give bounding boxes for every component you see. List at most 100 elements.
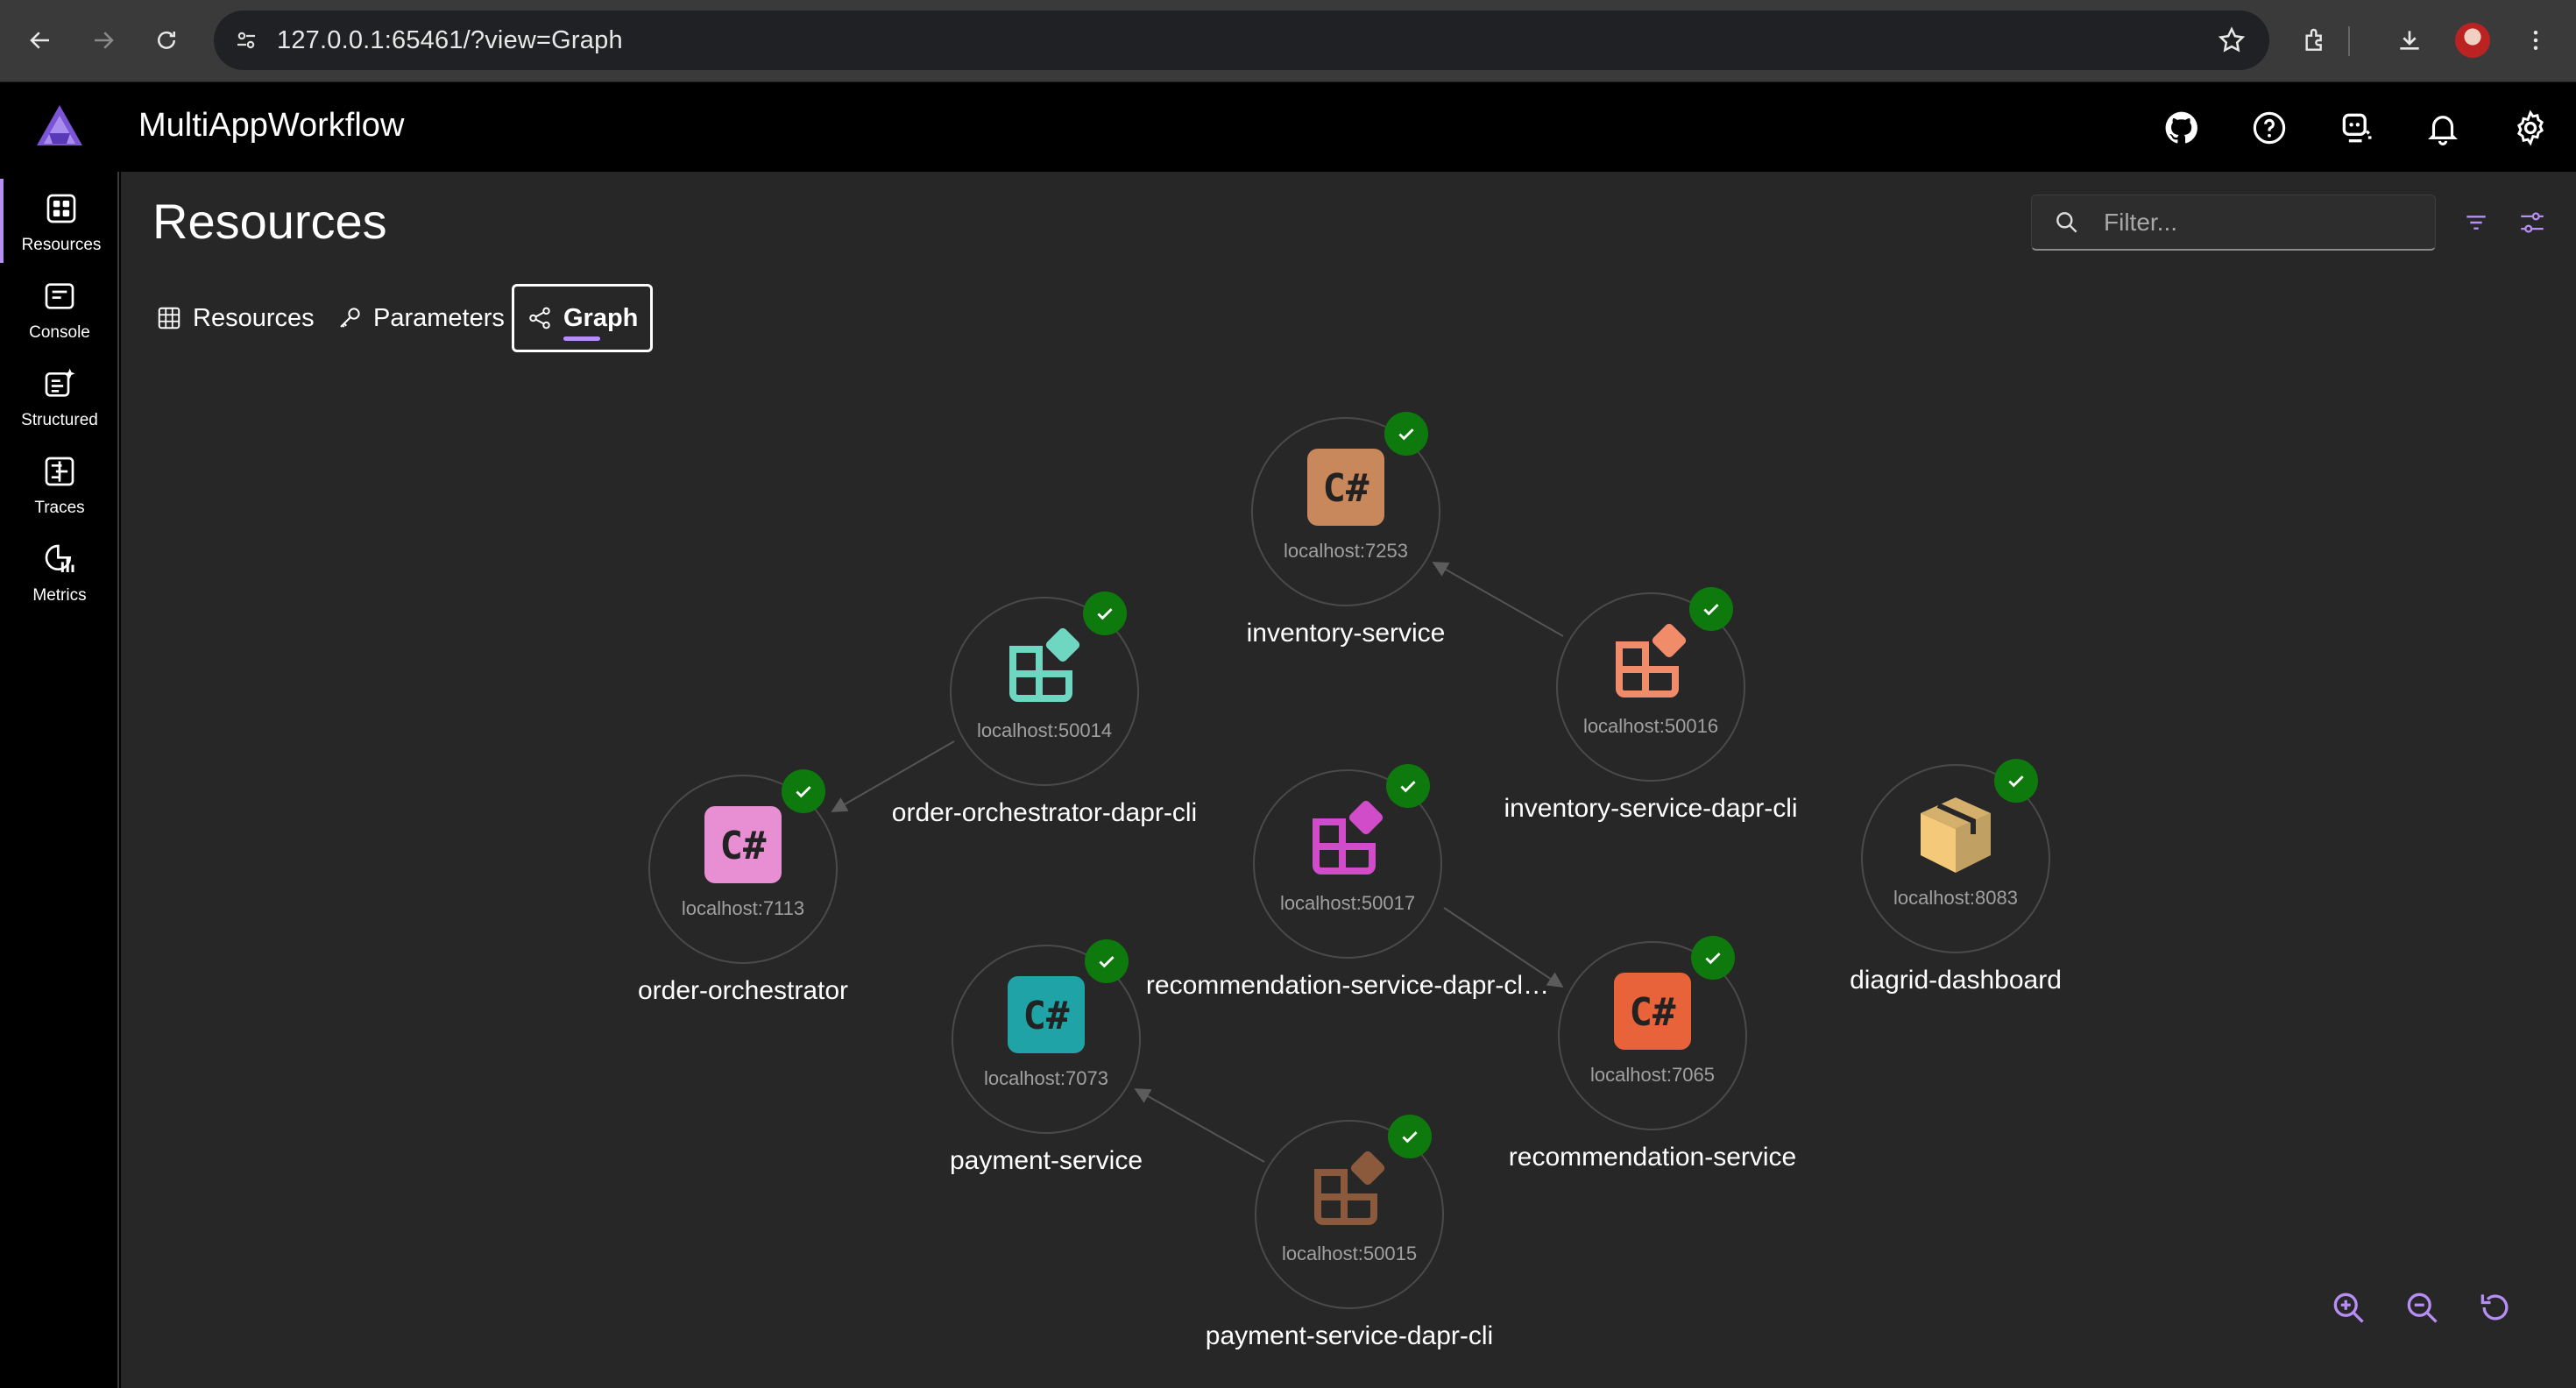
aspire-logo-icon[interactable] [35, 103, 84, 149]
options-sliders-icon[interactable] [2513, 203, 2551, 242]
nav-label: Resources [21, 236, 102, 254]
traces-icon [42, 454, 77, 493]
svg-text:C#: C# [1023, 994, 1070, 1038]
resources-grid-icon [44, 191, 79, 230]
graph-node[interactable]: C# localhost:7065 recommendation-service [1509, 936, 1796, 1172]
node-name[interactable]: inventory-service-dapr-cli [1381, 794, 1921, 824]
graph-node[interactable]: localhost:50014 order-orchestrator-dapr-c… [892, 591, 1197, 827]
executable-app-icon [1001, 623, 1088, 711]
running-check-icon [1386, 764, 1430, 808]
table-grid-icon [156, 305, 182, 331]
address-bar[interactable]: 127.0.0.1:65461/?view=Graph [214, 11, 2269, 70]
svg-text:C#: C# [1323, 466, 1369, 511]
node-endpoint: localhost:50017 [1279, 892, 1416, 914]
zoom-out-icon[interactable] [2399, 1285, 2445, 1330]
nav-traces[interactable]: Traces [0, 442, 119, 526]
graph-node[interactable]: localhost:50017 recommendation-service-da… [1146, 764, 1549, 1000]
node-name[interactable]: order-orchestrator [473, 976, 1013, 1006]
node-name[interactable]: diagrid-dashboard [1686, 966, 2226, 995]
node-name[interactable]: payment-service [776, 1146, 1316, 1176]
graph-node[interactable]: C# localhost:7253 inventory-service [1247, 412, 1445, 648]
tab-label: Graph [563, 303, 639, 332]
running-check-icon [1083, 591, 1127, 635]
tab-graph[interactable]: Graph [512, 284, 654, 352]
help-icon[interactable] [2248, 107, 2290, 149]
node-endpoint: localhost:50016 [1582, 715, 1719, 737]
csharp-project-icon: C# [699, 801, 787, 889]
forward-icon[interactable] [82, 19, 124, 61]
running-check-icon [1691, 936, 1735, 980]
node-endpoint: localhost:8083 [1893, 887, 2018, 909]
download-icon[interactable] [2388, 19, 2431, 61]
tab-resources[interactable]: Resources [156, 284, 315, 352]
search-icon [2053, 209, 2081, 237]
node-name[interactable]: recommendation-service [1383, 1143, 1922, 1172]
toolbar-divider [2348, 26, 2350, 56]
executable-app-icon [1304, 796, 1391, 883]
nav-metrics[interactable]: Metrics [0, 529, 119, 613]
graph-node[interactable]: localhost:50016 inventory-service-dapr-cl… [1504, 587, 1798, 823]
app-title: MultiAppWorkflow [138, 107, 405, 144]
running-check-icon [1384, 412, 1428, 456]
csharp-project-icon: C# [1302, 443, 1390, 531]
nav-label: Structured [21, 411, 98, 429]
nav-label: Console [29, 323, 90, 342]
main-content: C# localhost:7253 inventory-service localho… [121, 172, 2576, 1388]
site-info-icon[interactable] [233, 27, 259, 53]
csharp-project-icon: C# [1002, 971, 1090, 1059]
node-endpoint: localhost:7073 [984, 1067, 1108, 1089]
node-endpoint: localhost:7113 [681, 897, 805, 919]
key-icon [336, 305, 363, 331]
reload-icon[interactable] [145, 19, 188, 61]
nav-label: Traces [34, 499, 85, 517]
zoom-in-icon[interactable] [2325, 1285, 2371, 1330]
node-name[interactable]: inventory-service [1076, 619, 1616, 648]
bookmark-star-icon[interactable] [2217, 25, 2247, 55]
filter-input[interactable]: Filter... [2031, 195, 2436, 251]
graph-node[interactable]: localhost:50015 payment-service-dapr-cli [1206, 1115, 1493, 1350]
browser-toolbar: 127.0.0.1:65461/?view=Graph [0, 0, 2576, 82]
executable-app-icon [1607, 619, 1695, 706]
graph-node[interactable]: localhost:8083 diagrid-dashboard [1850, 759, 2062, 995]
profile-avatar[interactable] [2452, 19, 2494, 61]
executable-app-icon [1306, 1146, 1393, 1234]
filter-lines-icon[interactable] [2457, 203, 2495, 242]
graph-node[interactable]: C# localhost:7113 order-orchestrator [638, 769, 848, 1005]
running-check-icon [1994, 759, 2038, 803]
share-graph-icon [527, 305, 553, 331]
side-navigation: Resources Console Structured Traces Metr… [0, 172, 119, 1388]
node-name[interactable]: order-orchestrator-dapr-cli [775, 798, 1314, 828]
app-header: MultiAppWorkflow [0, 82, 2576, 172]
github-icon[interactable] [2161, 107, 2203, 149]
node-endpoint: localhost:7253 [1284, 540, 1408, 562]
url-text[interactable]: 127.0.0.1:65461/?view=Graph [277, 26, 623, 55]
node-name[interactable]: payment-service-dapr-cli [1079, 1321, 1619, 1351]
nav-resources[interactable]: Resources [0, 179, 119, 263]
nav-label: Metrics [32, 586, 87, 605]
svg-text:C#: C# [720, 824, 767, 868]
back-icon[interactable] [19, 19, 61, 61]
node-endpoint: localhost:50015 [1281, 1243, 1418, 1264]
resource-graph[interactable]: C# localhost:7253 inventory-service localho… [121, 172, 2576, 1388]
extensions-icon[interactable] [2294, 19, 2336, 61]
running-check-icon [1085, 939, 1129, 983]
node-name[interactable]: recommendation-service-dapr-cl… [1078, 971, 1617, 1001]
browser-menu-icon[interactable] [2515, 19, 2557, 61]
metrics-chart-icon [42, 542, 77, 581]
running-check-icon [1388, 1115, 1432, 1158]
nav-console[interactable]: Console [0, 266, 119, 351]
copilot-icon[interactable] [2336, 107, 2378, 149]
graph-node[interactable]: C# localhost:7073 payment-service [950, 939, 1143, 1175]
tab-parameters[interactable]: Parameters [336, 284, 505, 352]
nav-structured[interactable]: Structured [0, 354, 119, 438]
console-icon [42, 279, 77, 318]
filter-placeholder: Filter... [2104, 208, 2178, 236]
running-check-icon [1689, 587, 1733, 631]
node-endpoint: localhost:50014 [976, 719, 1113, 741]
reset-zoom-icon[interactable] [2473, 1285, 2518, 1330]
csharp-project-icon: C# [1609, 967, 1696, 1055]
settings-gear-icon[interactable] [2509, 107, 2551, 149]
notifications-bell-icon[interactable] [2422, 107, 2464, 149]
tab-label: Parameters [373, 303, 505, 332]
svg-text:C#: C# [1630, 990, 1676, 1035]
